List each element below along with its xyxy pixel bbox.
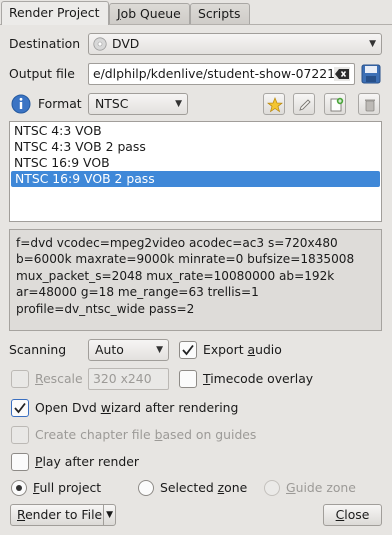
- new-profile-button[interactable]: [324, 93, 346, 115]
- open-dvd-wizard-checkbox[interactable]: [11, 399, 29, 417]
- format-label: Format: [38, 96, 82, 111]
- parameter-line: profile=dv_ntsc_wide pass=2: [16, 301, 195, 316]
- tab-scripts[interactable]: Scripts: [190, 3, 250, 24]
- play-after-render-label[interactable]: Play after render: [35, 454, 139, 470]
- checkmark-icon: [14, 402, 26, 414]
- delete-profile-button[interactable]: [358, 93, 380, 115]
- splitter-handle[interactable]: [191, 223, 202, 234]
- label-text: ull project: [39, 480, 102, 495]
- favorite-profile-button[interactable]: [263, 93, 285, 115]
- label-mnemonic: R: [17, 507, 26, 522]
- list-item-selected[interactable]: NTSC 16:9 VOB 2 pass: [11, 171, 380, 187]
- format-value: NTSC: [95, 96, 129, 111]
- rescale-size-value: 320 x240: [93, 371, 152, 386]
- tab-label: ob Queue: [120, 6, 181, 21]
- chevron-down-icon[interactable]: ▼: [103, 505, 113, 525]
- list-item[interactable]: NTSC 4:3 VOB: [10, 123, 381, 139]
- parameter-line: ar=48000 g=18 me_range=63 trellis=1: [16, 285, 259, 300]
- new-document-icon: [330, 97, 344, 112]
- rescale-size-field[interactable]: 320 x240: [88, 368, 169, 390]
- label-text: Create chapter file: [35, 427, 155, 442]
- output-file-value: e/dlphilp/kdenlive/student-show-072210.: [93, 66, 347, 81]
- full-project-label[interactable]: Full project: [33, 480, 101, 496]
- label-text: uide zone: [295, 480, 356, 495]
- scanning-value: Auto: [95, 342, 124, 357]
- parameter-line: f=dvd vcodec=mpeg2video acodec=ac3 s=720…: [16, 236, 338, 250]
- save-file-icon[interactable]: [360, 63, 382, 85]
- rescale-label[interactable]: Rescale: [35, 371, 83, 387]
- chapter-file-label[interactable]: Create chapter file based on guides: [35, 427, 256, 443]
- label-text: Selected: [160, 480, 218, 495]
- label-text: Export: [203, 342, 248, 357]
- selected-zone-radio[interactable]: [138, 480, 154, 496]
- chapter-file-checkbox[interactable]: [11, 426, 29, 444]
- label-text: escale: [43, 371, 83, 386]
- format-combo[interactable]: NTSC ▼: [88, 93, 188, 115]
- output-file-field[interactable]: e/dlphilp/kdenlive/student-show-072210.: [88, 63, 355, 85]
- rescale-checkbox[interactable]: [11, 370, 29, 388]
- disc-icon: [93, 37, 107, 51]
- label-text: lose: [344, 507, 370, 522]
- scanning-combo[interactable]: Auto ▼: [88, 339, 169, 361]
- chevron-down-icon: ▼: [156, 345, 163, 355]
- label-text: Open Dvd: [35, 400, 101, 415]
- render-preset-list[interactable]: NTSC 4:3 VOB NTSC 4:3 VOB 2 pass NTSC 16…: [9, 121, 382, 222]
- play-after-render-checkbox[interactable]: [11, 453, 29, 471]
- label-text: izard after rendering: [110, 400, 239, 415]
- tab-label: Render Project: [9, 5, 100, 20]
- label-text: ased on guides: [162, 427, 257, 442]
- destination-combo[interactable]: DVD ▼: [88, 33, 382, 55]
- render-to-file-button[interactable]: Render to File ▼: [10, 504, 116, 526]
- checkmark-icon: [182, 344, 194, 356]
- parameter-line: mux_packet_s=2048 mux_rate=10080000 ab=1…: [16, 268, 335, 283]
- clear-text-icon[interactable]: [334, 67, 350, 81]
- label-mnemonic: w: [100, 400, 111, 415]
- label-mnemonic: C: [335, 507, 345, 522]
- label-text: imecode overlay: [210, 371, 314, 386]
- guide-zone-radio[interactable]: [264, 480, 280, 496]
- list-item[interactable]: NTSC 4:3 VOB 2 pass: [10, 139, 381, 155]
- label-mnemonic: R: [35, 371, 44, 386]
- tab-job-queue[interactable]: Job Queue: [109, 3, 190, 24]
- label-text: lay after render: [42, 454, 139, 469]
- chevron-down-icon: ▼: [369, 39, 376, 49]
- label-text: one: [224, 480, 248, 495]
- timecode-overlay-label[interactable]: Timecode overlay: [203, 371, 313, 387]
- close-button[interactable]: Close: [323, 504, 382, 526]
- label-text: udio: [255, 342, 282, 357]
- edit-profile-button[interactable]: [293, 93, 315, 115]
- render-parameters-text: f=dvd vcodec=mpeg2video acodec=ac3 s=720…: [9, 229, 382, 331]
- info-icon[interactable]: [11, 94, 31, 114]
- label-mnemonic: a: [247, 342, 256, 357]
- list-item[interactable]: NTSC 16:9 VOB: [10, 155, 381, 171]
- output-file-label: Output file: [9, 66, 75, 81]
- export-audio-label[interactable]: Export audio: [203, 342, 282, 358]
- timecode-overlay-checkbox[interactable]: [179, 370, 197, 388]
- destination-label: Destination: [9, 36, 81, 51]
- trash-icon: [365, 99, 375, 112]
- full-project-radio[interactable]: [11, 480, 27, 496]
- label-mnemonic: G: [286, 480, 296, 495]
- open-dvd-wizard-label[interactable]: Open Dvd wizard after rendering: [35, 400, 238, 416]
- tab-render-project[interactable]: Render Project: [1, 1, 109, 25]
- radio-dot: [16, 485, 22, 491]
- chevron-down-icon: ▼: [175, 99, 182, 109]
- scanning-label: Scanning: [9, 342, 67, 357]
- parameter-line: b=6000k maxrate=9000k minrate=0 bufsize=…: [16, 252, 355, 267]
- star-icon: [267, 97, 283, 113]
- selected-zone-label[interactable]: Selected zone: [160, 480, 247, 496]
- guide-zone-label[interactable]: Guide zone: [286, 480, 356, 496]
- export-audio-checkbox[interactable]: [179, 341, 197, 359]
- tab-label: Scripts: [198, 6, 241, 21]
- pencil-icon: [299, 99, 311, 111]
- label-text: ender to File: [25, 507, 103, 522]
